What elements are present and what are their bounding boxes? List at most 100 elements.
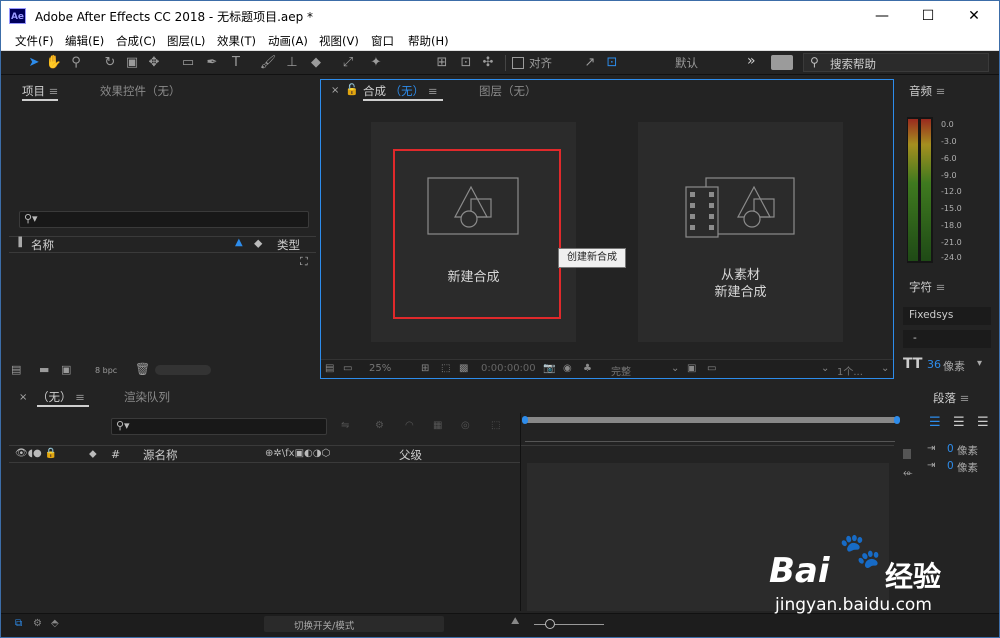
column-type[interactable]: 类型 <box>277 237 300 253</box>
show-snapshot-icon[interactable]: ◉ <box>563 363 572 374</box>
color-depth-button[interactable]: 8 bpc <box>95 366 117 375</box>
maximize-button[interactable]: ☐ <box>905 1 951 31</box>
sort-ascending-icon[interactable]: ▲ <box>235 237 243 248</box>
tab-render-queue[interactable]: 渲染队列 <box>124 389 170 405</box>
snap-checkbox[interactable] <box>512 57 524 69</box>
timeline-search-input[interactable]: ⚲▾ <box>111 418 327 435</box>
current-time[interactable]: 0:00:00:00 <box>481 363 536 374</box>
fast-preview-icon[interactable]: ▣ <box>687 363 696 374</box>
workspace-default[interactable]: 默认 <box>675 55 698 71</box>
font-family-dropdown[interactable]: Fixedsys <box>903 307 991 325</box>
indent-left-value[interactable]: 0 <box>947 443 954 455</box>
menu-view[interactable]: 视图(V) <box>319 33 359 49</box>
draft-3d-icon[interactable]: ⚙ <box>375 420 384 431</box>
close-button[interactable]: ✕ <box>951 1 997 31</box>
snap-target-icon[interactable]: ⊡ <box>603 54 621 72</box>
toggle-switches-modes-button[interactable]: 切换开关/模式 <box>264 616 444 632</box>
tab-character[interactable]: 字符 ≡ <box>909 279 945 295</box>
zoom-tool-icon[interactable]: ⚲ <box>67 54 85 72</box>
column-source-name[interactable]: 源名称 <box>143 447 178 463</box>
clone-stamp-tool-icon[interactable]: ⊥ <box>283 54 301 72</box>
work-area-end-handle[interactable] <box>894 416 900 424</box>
tab-project[interactable]: 项目 ≡ <box>22 83 58 99</box>
graph-editor-icon[interactable]: ⬚ <box>491 420 500 431</box>
menu-file[interactable]: 文件(F) <box>15 33 54 49</box>
tab-effect-controls[interactable]: 效果控件（无） <box>100 83 181 99</box>
eraser-tool-icon[interactable]: ◆ <box>307 54 325 72</box>
camera-tool-icon[interactable]: ▣ <box>123 54 141 72</box>
zoom-slider-handle[interactable] <box>545 619 555 629</box>
work-area-bar[interactable] <box>525 417 897 423</box>
chevron-down-icon[interactable]: ⌄ <box>671 363 679 374</box>
selection-tool-icon[interactable]: ➤ <box>25 54 43 72</box>
pin-tool-icon[interactable]: ✣ <box>479 54 497 72</box>
comp-marker-icon[interactable]: ⬰ <box>903 465 913 480</box>
zoom-dropdown[interactable]: 25% <box>369 363 391 374</box>
align-center-icon[interactable]: ☰ <box>953 415 965 430</box>
help-search-input[interactable]: ⚲ 搜索帮助 <box>803 53 989 72</box>
snapshot-icon[interactable]: 📷 <box>543 363 555 374</box>
expand-layer-switches-icon[interactable]: ⧉ <box>15 618 22 629</box>
menu-composition[interactable]: 合成(C) <box>116 33 156 49</box>
tab-timeline-none[interactable]: （无） ≡ <box>37 389 85 405</box>
rectangle-tool-icon[interactable]: ▭ <box>179 54 197 72</box>
menu-layer[interactable]: 图层(L) <box>167 33 205 49</box>
workspace-menu-icon[interactable] <box>771 55 793 70</box>
pen-tool-icon[interactable]: ✒ <box>203 54 221 72</box>
tab-paragraph[interactable]: 段落 ≡ <box>933 390 969 406</box>
timeline-scroll-thumb[interactable] <box>903 449 911 459</box>
color-channel-icon[interactable]: ♣ <box>583 363 592 374</box>
new-composition-icon[interactable]: ▣ <box>61 363 71 376</box>
type-tool-icon[interactable]: T <box>227 54 245 72</box>
interpret-footage-icon[interactable]: ▤ <box>11 363 21 376</box>
expand-stretch-icon[interactable]: ⬘ <box>51 618 59 629</box>
align-tool-icon[interactable]: ⊞ <box>433 54 451 72</box>
new-comp-from-footage-tile[interactable]: 从素材 新建合成 <box>638 122 843 342</box>
chevron-down-icon[interactable]: ⌄ <box>821 363 829 374</box>
column-name[interactable]: 名称 <box>31 237 54 253</box>
font-size-value[interactable]: 36 <box>927 358 941 371</box>
zoom-out-icon[interactable]: ⛰ <box>511 616 519 627</box>
motion-blur-icon[interactable]: ◎ <box>461 420 470 431</box>
workspace-more-button[interactable]: » <box>747 53 756 69</box>
align-right-icon[interactable]: ☰ <box>977 415 989 430</box>
close-tab-icon[interactable]: × <box>19 392 27 403</box>
close-tab-icon[interactable]: × <box>331 85 339 96</box>
tab-audio[interactable]: 音频 ≡ <box>909 83 945 99</box>
shy-layers-icon[interactable]: ◠ <box>405 420 414 431</box>
new-folder-icon[interactable]: ▬ <box>39 363 49 376</box>
chevron-down-icon[interactable]: ▾ <box>977 358 982 369</box>
roto-brush-tool-icon[interactable]: ⤢ <box>339 54 357 72</box>
always-preview-icon[interactable]: ▤ <box>325 363 334 374</box>
pan-behind-tool-icon[interactable]: ✥ <box>145 54 163 72</box>
hand-tool-icon[interactable]: ✋ <box>45 54 63 72</box>
grid-icon[interactable]: ⊞ <box>421 363 429 374</box>
minimize-button[interactable]: — <box>859 1 905 31</box>
tab-layer[interactable]: 图层（无） <box>479 83 537 99</box>
views-dropdown[interactable]: 1个... <box>837 363 863 378</box>
comp-flowchart-icon[interactable]: ⇋ <box>341 420 349 431</box>
rotate-tool-icon[interactable]: ↻ <box>101 54 119 72</box>
puppet-tool-icon[interactable]: ✦ <box>367 54 385 72</box>
resolution-dropdown[interactable]: 完整 <box>611 363 631 378</box>
snap-option-icon[interactable]: ↗ <box>581 54 599 72</box>
region-icon[interactable]: ⬚ <box>441 363 450 374</box>
lock-icon[interactable]: 🔓 <box>345 83 359 96</box>
view-layout-icon[interactable]: ▭ <box>707 363 716 374</box>
work-area-start-handle[interactable] <box>522 416 528 424</box>
transparency-grid-icon[interactable]: ▩ <box>459 363 468 374</box>
new-composition-tile[interactable]: 新建合成 <box>371 122 576 342</box>
monitor-icon[interactable]: ▭ <box>343 363 352 374</box>
column-parent[interactable]: 父级 <box>399 447 422 463</box>
menu-edit[interactable]: 编辑(E) <box>65 33 104 49</box>
trash-icon[interactable]: 🗑 <box>135 362 150 376</box>
align-left-icon[interactable]: ☰ <box>929 415 941 430</box>
brush-tool-icon[interactable]: 🖌 <box>259 54 277 72</box>
menu-effect[interactable]: 效果(T) <box>217 33 256 49</box>
frame-blending-icon[interactable]: ▦ <box>433 420 442 431</box>
expand-modes-icon[interactable]: ⚙ <box>33 618 42 629</box>
chevron-down-icon[interactable]: ⌄ <box>881 363 889 374</box>
tab-composition[interactable]: 合成 （无） ≡ <box>363 83 437 99</box>
menu-help[interactable]: 帮助(H) <box>408 33 449 49</box>
menu-window[interactable]: 窗口 <box>371 33 394 49</box>
